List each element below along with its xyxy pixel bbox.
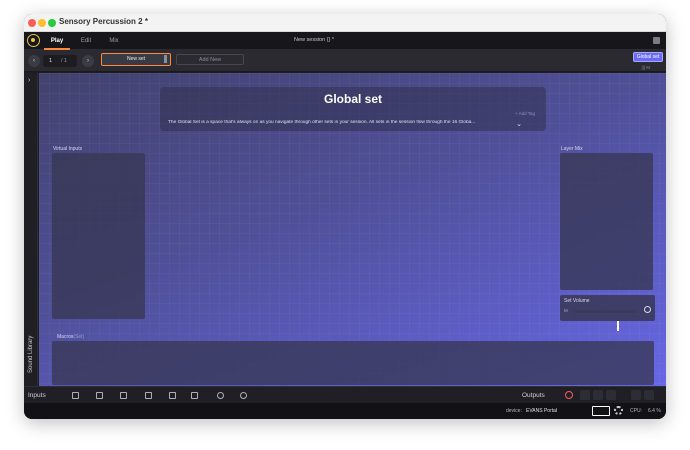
top-toolbar: Play Edit Mix New session {} *	[24, 32, 666, 50]
set-volume-slider[interactable]	[574, 310, 636, 331]
macros-scope: (Set)	[73, 334, 85, 340]
chevron-down-icon[interactable]: ⌄	[516, 120, 522, 128]
main-area: Global set + Add Tag The Global Set is a…	[39, 73, 666, 386]
input-slot-icon[interactable]	[191, 392, 198, 399]
set-volume-handle[interactable]	[617, 321, 620, 331]
input-slot-icon[interactable]	[240, 392, 247, 399]
status-bar: device: EVANS Portal CPU: 6.4 %	[24, 403, 666, 419]
title-bar: Sensory Percussion 2 *	[24, 14, 666, 32]
cpu-label: CPU:	[630, 408, 642, 414]
macros-panel[interactable]	[52, 341, 654, 385]
app-window: Sensory Percussion 2 * Play Edit Mix New…	[24, 14, 666, 419]
next-set-button[interactable]: ›	[82, 55, 94, 67]
record-icon[interactable]	[565, 391, 573, 399]
drag-handle-icon[interactable]	[164, 55, 167, 63]
io-bar: Inputs Outputs	[24, 386, 666, 403]
gear-icon[interactable]	[614, 406, 623, 415]
global-set-card: Global set + Add Tag The Global Set is a…	[160, 87, 546, 131]
layer-mix-panel[interactable]	[560, 153, 653, 290]
input-slot-icon[interactable]	[96, 392, 103, 399]
tab-play[interactable]: Play	[44, 32, 70, 50]
headphones-icon[interactable]	[644, 390, 654, 400]
input-slot-icon[interactable]	[169, 392, 176, 399]
app-logo-icon[interactable]	[27, 34, 40, 47]
output-button[interactable]	[606, 390, 616, 400]
device-icon[interactable]	[592, 406, 610, 416]
mini-icons: ||| M	[641, 65, 650, 70]
current-page: 1	[49, 58, 53, 64]
output-button[interactable]	[631, 390, 641, 400]
global-set-title: Global set	[323, 92, 382, 106]
set-navigation-bar: ‹ 1 / 1 › New set Add New Global set |||…	[24, 50, 666, 72]
mute-button[interactable]: M	[564, 308, 568, 313]
add-new-set-button[interactable]: Add New	[176, 54, 244, 65]
set-card-new-set[interactable]: New set	[101, 53, 171, 66]
macros-title: Macros	[57, 334, 74, 340]
window-title: Sensory Percussion 2 *	[59, 17, 148, 26]
global-set-description: The Global Set is a space that's always …	[168, 120, 476, 125]
virtual-inputs-panel[interactable]	[52, 153, 145, 319]
set-volume-panel: Set Volume M	[560, 295, 655, 331]
output-button[interactable]	[580, 390, 590, 400]
cpu-value: 6.4 %	[648, 408, 661, 414]
macros-label: Macros(Set)	[57, 334, 84, 340]
sound-library-toggle[interactable]: Sound Library	[28, 319, 34, 373]
input-slot-icon[interactable]	[145, 392, 152, 399]
device-label: device:	[506, 408, 522, 414]
minimize-window-button[interactable]	[38, 19, 46, 27]
close-window-button[interactable]	[28, 19, 36, 27]
total-pages: / 1	[61, 58, 68, 64]
volume-knob-icon[interactable]	[644, 306, 651, 313]
tab-edit[interactable]: Edit	[76, 32, 96, 50]
chevron-right-icon[interactable]: ›	[28, 77, 30, 84]
previous-set-button[interactable]: ‹	[28, 55, 40, 67]
add-tag-button[interactable]: + Add Tag	[515, 111, 535, 116]
output-button[interactable]	[593, 390, 603, 400]
page-indicator[interactable]: 1 / 1	[43, 55, 77, 67]
sound-library-sidebar: › Sound Library	[24, 73, 38, 386]
input-slot-icon[interactable]	[72, 392, 79, 399]
set-card-label: New set	[126, 56, 146, 62]
session-name[interactable]: New session {} *	[294, 37, 334, 43]
inputs-button[interactable]: Inputs	[28, 392, 46, 399]
global-set-button[interactable]: Global set	[633, 52, 663, 62]
layer-mix-label: Layer Mix	[561, 146, 583, 152]
device-name[interactable]: EVANS Portal	[526, 408, 557, 414]
maximize-window-button[interactable]	[48, 19, 56, 27]
virtual-inputs-label: Virtual Inputs	[53, 146, 83, 152]
outputs-button[interactable]: Outputs	[522, 392, 545, 399]
input-slot-icon[interactable]	[120, 392, 127, 399]
tab-mix[interactable]: Mix	[104, 32, 124, 50]
save-icon[interactable]	[653, 37, 660, 44]
set-volume-label: Set Volume	[564, 298, 590, 304]
input-slot-icon[interactable]	[217, 392, 224, 399]
